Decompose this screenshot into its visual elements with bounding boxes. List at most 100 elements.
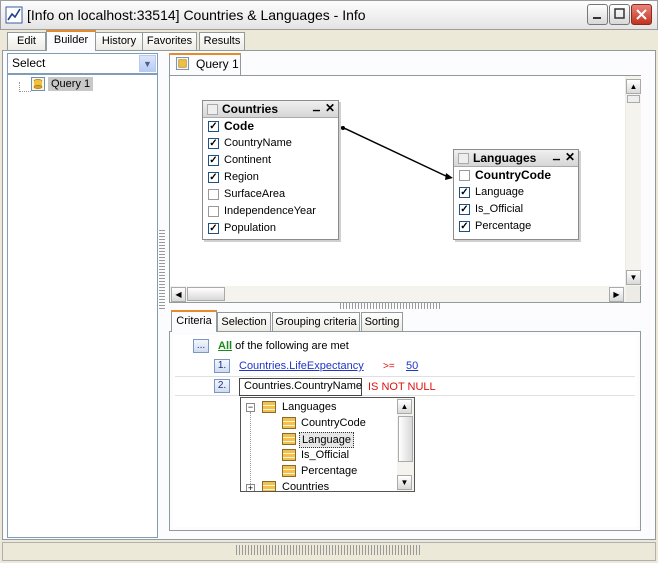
field-name: SurfaceArea [224,188,286,200]
field-icon [282,449,296,461]
chart-icon [5,6,23,24]
checkbox[interactable]: ✓ [208,155,219,166]
tab-criteria[interactable]: Criteria [171,310,217,332]
minimize-icon[interactable]: ▁ [551,151,562,163]
table-header[interactable]: Countries ▁ ✕ [203,101,338,118]
scroll-down-icon[interactable]: ▼ [397,475,412,490]
tab-grouping-criteria[interactable]: Grouping criteria [272,312,360,331]
checkbox[interactable]: ✓ [208,138,219,149]
horizontal-scrollbar[interactable] [170,286,626,302]
row-number-button[interactable]: 1. [214,359,230,373]
checkbox[interactable]: ✓ [459,187,470,198]
tree-connector [19,82,31,92]
condition-operator[interactable]: IS NOT NULL [368,381,436,393]
resize-grip[interactable] [236,545,422,555]
field-row[interactable]: IndependenceYear [203,203,338,220]
table-header[interactable]: Languages ▁ ✕ [454,150,578,167]
field-row[interactable]: ✓ Percentage [454,218,578,235]
tab-favorites[interactable]: Favorites [142,32,197,50]
field-row[interactable]: SurfaceArea [203,186,338,203]
tab-selection[interactable]: Selection [217,312,271,331]
field-name: IndependenceYear [224,205,316,217]
table-languages[interactable]: Languages ▁ ✕ CountryCode ✓ Language ✓ Is_… [453,149,579,240]
field-icon [282,433,296,445]
tab-builder[interactable]: Builder [46,30,96,51]
table-countries[interactable]: Countries ▁ ✕ ✓ Code ✓ CountryName ✓ Contin… [202,100,339,240]
minimize-button[interactable] [587,4,608,25]
field-row[interactable]: ✓ Is_Official [454,201,578,218]
scroll-thumb[interactable] [398,416,413,462]
quantifier-link[interactable]: All [218,340,232,352]
dropdown-item-field[interactable]: CountryCode [301,416,366,430]
scroll-thumb[interactable] [187,287,225,301]
checkbox[interactable] [208,206,219,217]
scroll-thumb[interactable] [627,95,640,103]
tab-sorting[interactable]: Sorting [361,312,403,331]
dropdown-item-table[interactable]: Countries [282,480,329,491]
maximize-button[interactable] [609,4,630,25]
query-tree [7,74,158,538]
scroll-down-icon[interactable]: ▼ [626,270,641,285]
minimize-icon [593,17,601,19]
dropdown-item-field[interactable]: Is_Official [301,448,349,462]
field-row[interactable]: CountryCode [454,167,578,184]
field-name: CountryCode [475,168,551,182]
vertical-splitter[interactable] [159,230,165,310]
scroll-up-icon[interactable]: ▲ [626,79,641,94]
field-name: Region [224,171,259,183]
condition-field-link[interactable]: Countries.LifeExpectancy [239,360,364,372]
field-name: Is_Official [475,203,524,215]
condition-value[interactable]: 50 [406,360,418,372]
dropdown-item-field[interactable]: Percentage [301,464,357,478]
object-select[interactable]: Select [7,53,158,74]
table-icon [262,401,276,413]
tab-history[interactable]: History [94,32,144,50]
dropdown-item-field-selected[interactable]: Language [299,432,354,448]
close-button[interactable] [631,4,652,25]
collapse-icon[interactable]: − [246,403,255,412]
field-icon [282,465,296,477]
tab-edit[interactable]: Edit [7,32,46,50]
field-name: Code [224,119,254,133]
checkbox[interactable]: ✓ [459,204,470,215]
dropdown-clip: + Countries [241,479,397,491]
horizontal-splitter[interactable] [340,303,440,309]
scroll-up-icon[interactable]: ▲ [397,399,412,414]
query-icon [176,57,189,70]
field-icon [282,417,296,429]
checkbox[interactable] [208,189,219,200]
checkbox[interactable]: ✓ [208,172,219,183]
select-all-checkbox[interactable] [207,104,218,115]
select-all-checkbox[interactable] [458,153,469,164]
field-row[interactable]: ✓ Population [203,220,338,237]
table-name: Languages [473,151,537,165]
checkbox[interactable] [459,170,470,181]
close-icon[interactable]: ✕ [564,151,576,163]
vertical-scrollbar[interactable] [626,76,641,286]
minimize-icon[interactable]: ▁ [311,102,322,114]
tree-connector [250,412,251,486]
row-number-button[interactable]: 2. [214,379,230,393]
dropdown-item-table[interactable]: Languages [282,400,336,414]
chevron-down-icon[interactable]: ▼ [139,55,156,72]
expand-icon[interactable]: + [246,484,255,491]
condition-operator[interactable]: >= [383,361,395,372]
scroll-left-icon[interactable]: ◀ [171,287,186,302]
tree-item-query-1[interactable]: Query 1 [48,77,94,91]
tab-results[interactable]: Results [199,32,245,50]
condition-field-input[interactable]: Countries.CountryName [239,378,362,396]
checkbox[interactable]: ✓ [208,223,219,234]
checkbox[interactable]: ✓ [208,121,219,132]
field-row[interactable]: ✓ Region [203,169,338,186]
close-icon[interactable]: ✕ [324,102,336,114]
criteria-header-text: of the following are met [235,340,349,352]
criteria-header: All of the following are met [218,340,349,352]
table-name: Countries [222,102,279,116]
field-row[interactable]: ✓ Code [203,118,338,135]
scroll-right-icon[interactable]: ▶ [609,287,624,302]
checkbox[interactable]: ✓ [459,221,470,232]
field-row[interactable]: ✓ Continent [203,152,338,169]
field-row[interactable]: ✓ CountryName [203,135,338,152]
field-row[interactable]: ✓ Language [454,184,578,201]
criteria-options-button[interactable]: ... [193,339,209,353]
